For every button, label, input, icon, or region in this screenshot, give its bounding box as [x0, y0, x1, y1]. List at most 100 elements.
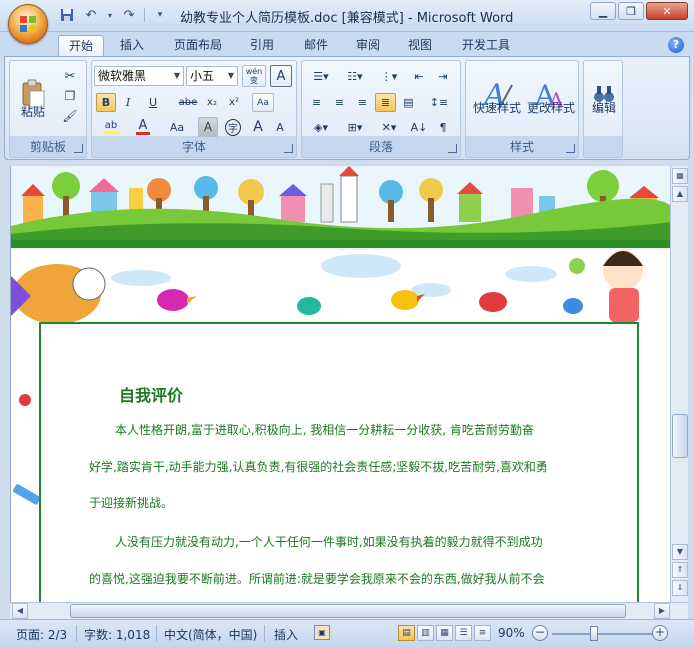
font-size-combo[interactable]: 小五 ▼: [186, 66, 238, 86]
strikethrough-button[interactable]: abe: [176, 93, 200, 112]
previous-page-icon[interactable]: ⇑: [672, 562, 688, 578]
minimize-button[interactable]: ▁: [590, 2, 616, 20]
bold-button[interactable]: B: [96, 93, 116, 112]
underline-button[interactable]: U: [140, 93, 166, 112]
tab-view[interactable]: 视图: [398, 35, 442, 56]
customize-qat-icon[interactable]: ▾: [151, 6, 169, 24]
paragraph-line-4[interactable]: 人没有压力就没有动力,一个人干任何一件事时,如果没有执着的毅力就得不到成功: [115, 533, 543, 550]
next-page-icon[interactable]: ⇓: [672, 580, 688, 596]
status-separator: [156, 625, 157, 642]
borders-icon[interactable]: ⊞▾: [340, 117, 370, 137]
phonetic-guide-button[interactable]: wén 变: [242, 65, 266, 87]
zoom-level[interactable]: 90%: [498, 626, 525, 640]
cut-icon[interactable]: ✂: [60, 67, 80, 85]
zoom-out-icon[interactable]: −: [532, 625, 548, 641]
section-heading[interactable]: 自我评价: [119, 382, 183, 406]
tab-developer[interactable]: 开发工具: [452, 35, 520, 56]
increase-indent-icon[interactable]: ⇥: [432, 66, 454, 86]
subscript-button[interactable]: x₂: [202, 93, 222, 112]
change-case-button[interactable]: Aa: [162, 117, 192, 137]
page-count[interactable]: 页面: 2/3: [16, 626, 67, 643]
maximize-button[interactable]: ❐: [618, 2, 644, 20]
zoom-slider-thumb[interactable]: [590, 626, 598, 641]
tab-references[interactable]: 引用: [240, 35, 284, 56]
line-spacing-icon[interactable]: ↕≡: [424, 93, 454, 112]
close-button[interactable]: ✕: [646, 2, 688, 20]
highlight-color-button[interactable]: ab: [96, 117, 126, 137]
zoom-slider-track[interactable]: [552, 633, 652, 635]
scroll-right-icon[interactable]: ▶: [654, 603, 670, 619]
clipboard-dialog-launcher-icon[interactable]: [74, 144, 83, 153]
enclose-characters-icon: 字: [225, 118, 241, 136]
ribbon-tabs: 开始 插入 页面布局 引用 邮件 审阅 视图 开发工具 ?: [0, 32, 694, 56]
print-layout-view-icon[interactable]: ▤: [398, 625, 415, 641]
character-border-button[interactable]: A: [270, 65, 292, 87]
bullets-icon[interactable]: ☰▾: [306, 66, 336, 86]
office-button[interactable]: [8, 4, 48, 44]
font-color-button[interactable]: A: [130, 117, 156, 137]
vertical-scrollbar[interactable]: ▦ ▲ ▼ ⇑ ⇓: [670, 166, 688, 602]
styles-dialog-launcher-icon[interactable]: [566, 144, 575, 153]
draft-view-icon[interactable]: ≡: [474, 625, 491, 641]
multilevel-list-icon[interactable]: ⋮▾: [374, 66, 404, 86]
paragraph-dialog-launcher-icon[interactable]: [448, 144, 457, 153]
clear-formatting-button[interactable]: Aa: [252, 93, 274, 112]
show-marks-icon[interactable]: ¶: [432, 117, 454, 137]
numbering-icon[interactable]: ☷▾: [340, 66, 370, 86]
undo-icon[interactable]: ↶: [82, 6, 100, 24]
tab-page-layout[interactable]: 页面布局: [164, 35, 232, 56]
font-dialog-launcher-icon[interactable]: [284, 144, 293, 153]
web-layout-icon[interactable]: ▦: [436, 625, 453, 641]
paragraph-line-5[interactable]: 的喜悦,这强迫我要不断前进。所谓前进:就是要学会我原来不会的东西,做好我从前不会: [89, 570, 545, 587]
scroll-left-icon[interactable]: ◀: [12, 603, 28, 619]
tab-review[interactable]: 审阅: [346, 35, 390, 56]
enclose-characters-button[interactable]: 字: [222, 117, 244, 137]
horizontal-scrollbar[interactable]: ◀ ▶: [10, 602, 688, 619]
zoom-in-icon[interactable]: +: [652, 625, 668, 641]
macro-record-icon[interactable]: ▣: [314, 625, 330, 640]
outline-view-icon[interactable]: ☰: [455, 625, 472, 641]
shading-icon[interactable]: ◈▾: [306, 117, 336, 137]
paragraph-line-3[interactable]: 于迎接新挑战。: [89, 494, 173, 511]
tab-mailings[interactable]: 邮件: [294, 35, 338, 56]
tab-insert[interactable]: 插入: [110, 35, 154, 56]
grow-font-button[interactable]: A: [248, 117, 268, 137]
decrease-indent-icon[interactable]: ⇤: [408, 66, 430, 86]
sort-icon[interactable]: A↓: [408, 117, 430, 137]
chevron-down-icon: ▼: [227, 71, 234, 80]
insert-mode-indicator[interactable]: 插入: [274, 626, 298, 643]
paragraph-line-2[interactable]: 好学,踏实肯干,动手能力强,认真负责,有很强的社会责任感;坚毅不拔,吃苦耐劳,喜…: [89, 458, 548, 475]
document-area[interactable]: 自我评价 本人性格开朗,富于进取心,积极向上, 我相信一分耕耘一分收获, 肯吃苦…: [10, 166, 670, 602]
window-title: 幼教专业个人简历模板.doc [兼容模式] - Microsoft Word: [180, 11, 514, 26]
language-indicator[interactable]: 中文(简体，中国): [164, 626, 257, 643]
ruler-toggle-icon[interactable]: ▦: [672, 168, 688, 184]
copy-icon[interactable]: ❐: [60, 87, 80, 105]
align-right-icon[interactable]: ≡: [352, 93, 373, 112]
font-group: 微软雅黑 ▼ 小五 ▼ wén 变 A B I U abe x₂ x² Aa ab …: [91, 60, 297, 158]
font-name-combo[interactable]: 微软雅黑 ▼: [94, 66, 184, 86]
undo-dropdown-icon[interactable]: ▾: [106, 6, 114, 24]
window-controls: ▁ ❐ ✕: [590, 2, 688, 20]
horizontal-scroll-thumb[interactable]: [70, 604, 626, 618]
align-center-icon[interactable]: ≡: [329, 93, 350, 112]
superscript-button[interactable]: x²: [224, 93, 244, 112]
character-shading-button[interactable]: A: [198, 117, 218, 137]
format-painter-icon[interactable]: 🖌: [60, 107, 80, 125]
full-screen-reading-icon[interactable]: ▥: [417, 625, 434, 641]
scroll-down-icon[interactable]: ▼: [672, 544, 688, 560]
justify-icon[interactable]: ≣: [375, 93, 396, 112]
redo-icon[interactable]: ↷: [120, 6, 138, 24]
align-left-icon[interactable]: ≡: [306, 93, 327, 112]
tab-home[interactable]: 开始: [58, 35, 105, 56]
asian-layout-icon[interactable]: ✕▾: [374, 117, 404, 137]
scroll-up-icon[interactable]: ▲: [672, 186, 688, 202]
distributed-icon[interactable]: ▤: [398, 93, 419, 112]
paragraph-line-1[interactable]: 本人性格开朗,富于进取心,积极向上, 我相信一分耕耘一分收获, 肯吃苦耐劳勤奋: [115, 421, 534, 438]
qat-separator: [144, 8, 145, 22]
shrink-font-button[interactable]: A: [270, 117, 290, 137]
vertical-scroll-thumb[interactable]: [672, 414, 688, 458]
help-icon[interactable]: ?: [668, 37, 684, 53]
word-count[interactable]: 字数: 1,018: [84, 626, 150, 643]
italic-button[interactable]: I: [118, 93, 138, 112]
save-icon[interactable]: [58, 6, 76, 24]
